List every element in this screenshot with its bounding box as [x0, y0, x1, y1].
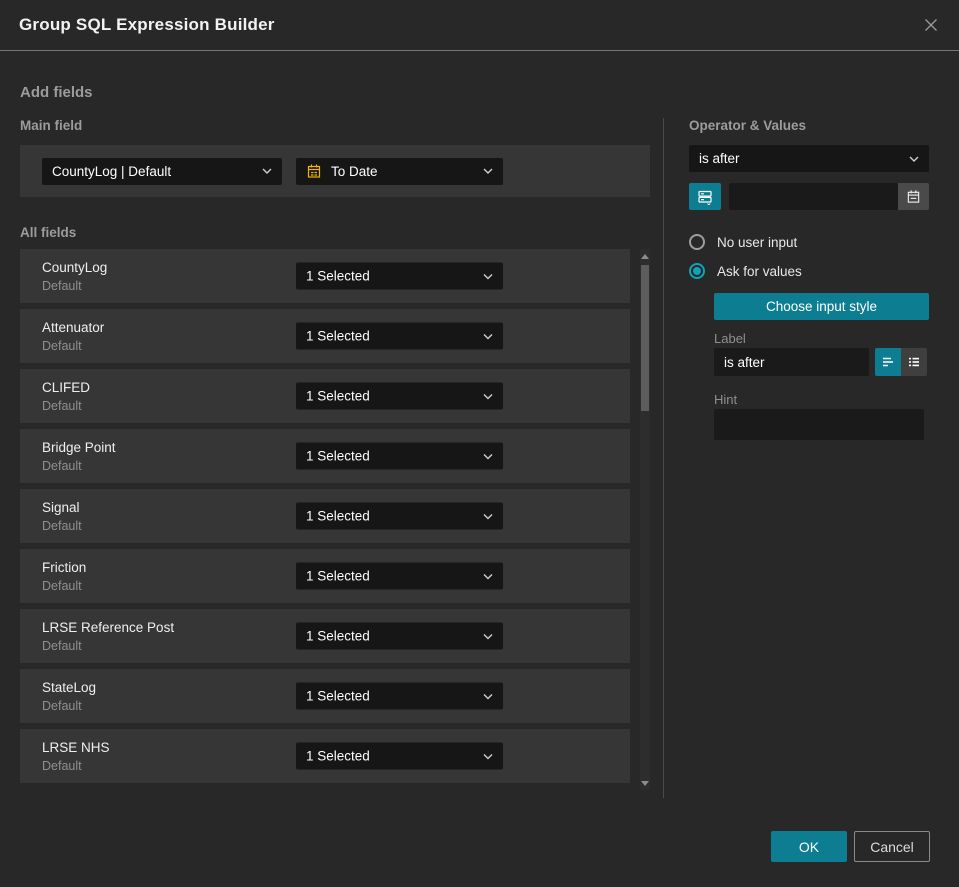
chevron-down-icon: [483, 333, 493, 339]
bulleted-list-icon: [907, 355, 921, 369]
field-row: LRSE NHS Default 1 Selected: [20, 729, 630, 783]
choose-input-style-button[interactable]: Choose input style: [714, 293, 929, 320]
columns: Main field CountyLog | Default To Date A…: [20, 118, 930, 798]
hint-caption: Hint: [714, 392, 738, 407]
chevron-down-icon: [909, 156, 919, 162]
close-icon: [923, 17, 939, 33]
field-selected-value: 1 Selected: [306, 628, 370, 644]
main-field-dropdown-value: CountyLog | Default: [52, 163, 172, 179]
radio-ask-for-values[interactable]: Ask for values: [689, 263, 930, 279]
dialog-header: Group SQL Expression Builder: [0, 0, 959, 51]
field-selected-value: 1 Selected: [306, 268, 370, 284]
value-row: [689, 183, 929, 210]
chevron-down-icon: [483, 168, 493, 174]
label-row: [714, 348, 930, 376]
chevron-down-icon: [483, 573, 493, 579]
main-field-date-value: To Date: [331, 163, 378, 179]
scroll-up-icon[interactable]: [640, 251, 650, 261]
field-selected-dropdown[interactable]: 1 Selected: [296, 442, 503, 470]
chevron-down-icon: [483, 273, 493, 279]
operator-dropdown-value: is after: [699, 151, 740, 166]
field-selected-value: 1 Selected: [306, 688, 370, 704]
user-input-radio-group: No user input Ask for values: [689, 234, 930, 279]
single-line-style-button[interactable]: [875, 348, 901, 376]
scroll-down-icon[interactable]: [640, 778, 650, 788]
dialog-body: Add fields Main field CountyLog | Defaul…: [0, 84, 959, 862]
field-row: CountyLog Default 1 Selected: [20, 249, 630, 303]
date-field-icon: [306, 163, 322, 179]
cancel-button[interactable]: Cancel: [854, 831, 930, 862]
ask-values-options: Choose input style Label is after Hint: [714, 279, 930, 440]
chevron-down-icon: [483, 453, 493, 459]
field-row: CLIFED Default 1 Selected: [20, 369, 630, 423]
field-selected-value: 1 Selected: [306, 448, 370, 464]
radio-no-user-input[interactable]: No user input: [689, 234, 930, 250]
field-selected-dropdown[interactable]: 1 Selected: [296, 742, 503, 770]
field-selected-value: 1 Selected: [306, 328, 370, 344]
operator-dropdown[interactable]: is after: [689, 145, 929, 172]
label-style-toggle-group: [875, 348, 927, 376]
field-row: Bridge Point Default 1 Selected: [20, 429, 630, 483]
scrollbar-thumb[interactable]: [641, 265, 649, 411]
all-fields-list: CountyLog Default 1 Selected Attenuator …: [20, 249, 630, 783]
chevron-down-icon: [483, 753, 493, 759]
group-sql-expression-builder-dialog: { "window": { "title": "Group SQL Expres…: [0, 0, 959, 887]
field-selected-dropdown[interactable]: 1 Selected: [296, 562, 503, 590]
field-row: Attenuator Default 1 Selected: [20, 309, 630, 363]
all-fields-list-wrap: CountyLog Default 1 Selected Attenuator …: [20, 249, 650, 790]
label-input[interactable]: [714, 348, 869, 376]
chevron-down-icon: [483, 513, 493, 519]
operator-values-column: Operator & Values is after No user input…: [664, 118, 930, 798]
operator-values-heading: Operator & Values: [689, 118, 807, 133]
align-left-icon: [881, 355, 895, 369]
radio-unselected-icon: [689, 234, 705, 250]
field-selected-dropdown[interactable]: 1 Selected: [296, 262, 503, 290]
chevron-down-icon: [483, 633, 493, 639]
field-selected-value: 1 Selected: [306, 568, 370, 584]
field-row: StateLog Default 1 Selected: [20, 669, 630, 723]
field-selected-value: 1 Selected: [306, 388, 370, 404]
hint-input[interactable]: [714, 409, 924, 440]
dialog-footer: OK Cancel: [20, 831, 930, 862]
vertical-scrollbar[interactable]: [640, 249, 650, 790]
radio-ask-for-values-label: Ask for values: [717, 263, 802, 279]
chevron-down-icon: [483, 393, 493, 399]
list-style-button[interactable]: [901, 348, 927, 376]
field-row: Signal Default 1 Selected: [20, 489, 630, 543]
close-button[interactable]: [921, 15, 941, 35]
main-field-heading: Main field: [20, 118, 83, 133]
main-field-date-dropdown[interactable]: To Date: [296, 157, 503, 185]
field-selected-value: 1 Selected: [306, 748, 370, 764]
field-selected-dropdown[interactable]: 1 Selected: [296, 322, 503, 350]
radio-no-user-input-label: No user input: [717, 234, 798, 250]
all-fields-heading: All fields: [20, 225, 77, 240]
chevron-down-icon: [483, 693, 493, 699]
calendar-icon: [906, 189, 921, 204]
ok-button[interactable]: OK: [771, 831, 847, 862]
main-field-panel: CountyLog | Default To Date: [20, 145, 650, 197]
field-selected-value: 1 Selected: [306, 508, 370, 524]
main-field-dropdown[interactable]: CountyLog | Default: [42, 157, 282, 185]
stack-values-icon: [697, 189, 713, 205]
radio-selected-icon: [689, 263, 705, 279]
dialog-title: Group SQL Expression Builder: [19, 15, 275, 34]
field-selected-dropdown[interactable]: 1 Selected: [296, 382, 503, 410]
value-input[interactable]: [729, 183, 898, 210]
field-selected-dropdown[interactable]: 1 Selected: [296, 502, 503, 530]
add-fields-heading: Add fields: [20, 84, 93, 101]
field-row: LRSE Reference Post Default 1 Selected: [20, 609, 630, 663]
value-source-button[interactable]: [689, 183, 721, 210]
date-picker-button[interactable]: [898, 183, 929, 210]
chevron-down-icon: [262, 168, 272, 174]
field-selected-dropdown[interactable]: 1 Selected: [296, 682, 503, 710]
label-caption: Label: [714, 331, 746, 346]
field-selected-dropdown[interactable]: 1 Selected: [296, 622, 503, 650]
fields-column: Main field CountyLog | Default To Date A…: [20, 118, 650, 798]
field-row: Friction Default 1 Selected: [20, 549, 630, 603]
